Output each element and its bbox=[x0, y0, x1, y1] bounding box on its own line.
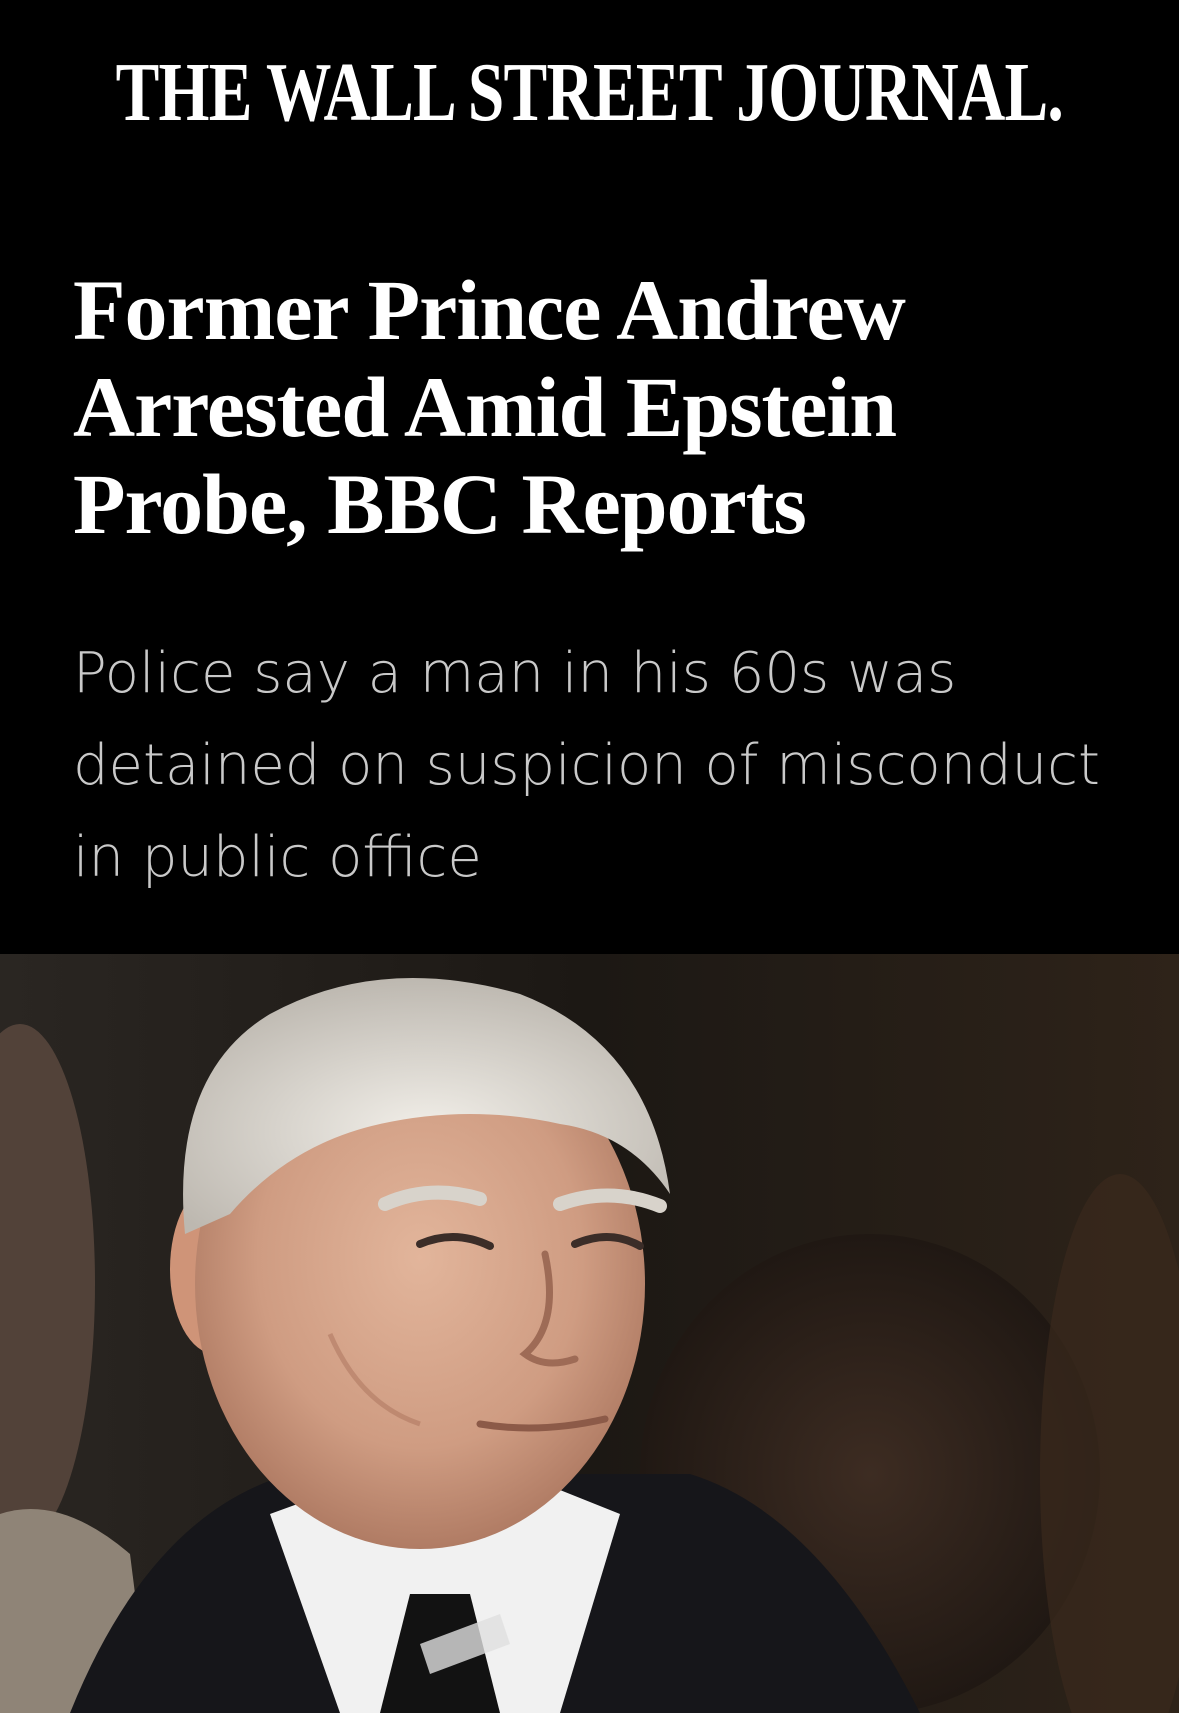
article-dek: Police say a man in his 60s was detained… bbox=[73, 641, 1100, 890]
article-headline[interactable]: Former Prince Andrew Arrested Amid Epste… bbox=[73, 262, 1113, 553]
portrait-illustration bbox=[0, 954, 1179, 1713]
wsj-logo[interactable]: THE WALL STREET JOURNAL. bbox=[116, 51, 1064, 135]
hero-photo[interactable] bbox=[0, 954, 1179, 1713]
masthead: THE WALL STREET JOURNAL. bbox=[0, 38, 1179, 148]
